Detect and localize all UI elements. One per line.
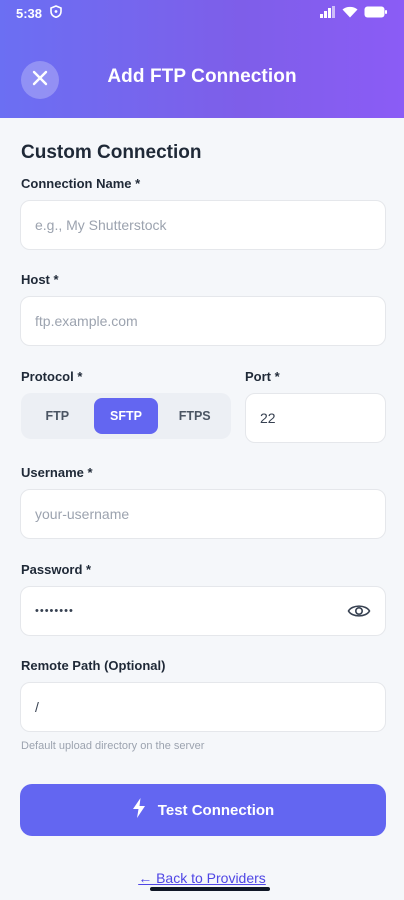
test-connection-button[interactable]: Test Connection [20, 784, 386, 836]
protocol-option-ftps[interactable]: FTPS [162, 398, 227, 434]
wifi-icon [342, 6, 358, 21]
remote-path-label: Remote Path (Optional) [21, 658, 166, 673]
password-value: •••••••• [35, 605, 74, 617]
remote-path-input[interactable]: / [20, 682, 386, 732]
back-to-providers-label: ← Back to Providers [138, 870, 266, 886]
form-content: Custom Connection Connection Name * e.g.… [0, 118, 404, 900]
signal-icon [320, 5, 336, 21]
connection-name-label: Connection Name * [21, 176, 141, 191]
app-header: 5:38 Add FTP Connection [0, 0, 404, 118]
protocol-label: Protocol * [21, 369, 83, 384]
host-label: Host * [21, 272, 59, 287]
test-connection-label: Test Connection [157, 801, 275, 819]
host-input[interactable]: ftp.example.com [20, 296, 386, 346]
back-to-providers-link[interactable]: ← Back to Providers [0, 870, 404, 886]
status-time: 5:38 [16, 5, 43, 21]
port-label: Port * [245, 369, 280, 384]
username-label: Username * [21, 465, 93, 480]
remote-path-hint: Default upload directory on the server [21, 740, 205, 752]
protocol-selector: FTP SFTP FTPS [21, 393, 231, 439]
password-label: Password * [21, 562, 92, 577]
shield-icon [50, 5, 62, 21]
port-input[interactable]: 22 [245, 393, 386, 443]
connection-name-input[interactable]: e.g., My Shutterstock [20, 200, 386, 250]
page-title: Add FTP Connection [107, 66, 297, 87]
username-input[interactable]: your-username [20, 489, 386, 539]
protocol-option-sftp[interactable]: SFTP [93, 398, 159, 434]
password-input[interactable]: •••••••• [20, 586, 386, 636]
protocol-option-ftp[interactable]: FTP [25, 398, 90, 434]
battery-icon [364, 6, 388, 21]
status-bar: 5:38 [0, 0, 404, 26]
bolt-icon [132, 798, 146, 822]
eye-icon[interactable] [347, 603, 371, 619]
section-title: Custom Connection [21, 142, 202, 163]
home-indicator [150, 887, 270, 891]
